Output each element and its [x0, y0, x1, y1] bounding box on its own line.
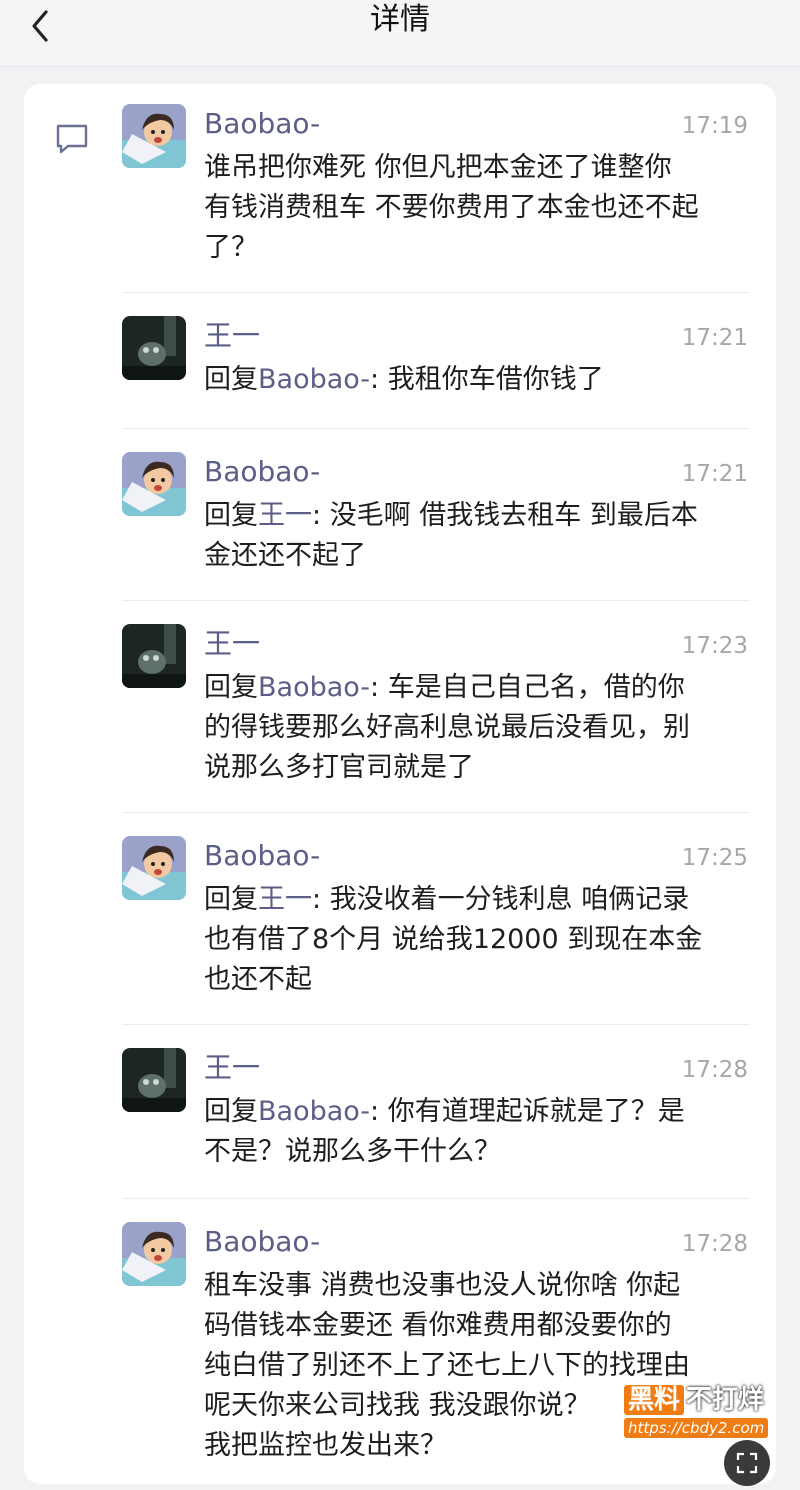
- reply-target[interactable]: Baobao-: [258, 364, 370, 395]
- avatar[interactable]: [122, 316, 186, 380]
- reply-target[interactable]: Baobao-: [258, 1096, 370, 1127]
- expand-icon: [736, 1452, 758, 1474]
- reply-separator: :: [370, 1096, 388, 1127]
- reply-separator: :: [370, 672, 388, 703]
- sender-name[interactable]: 王一: [204, 316, 260, 356]
- watermark-url: https://cbdy2.com: [624, 1418, 769, 1438]
- message-divider: [122, 1198, 750, 1199]
- wangyi-avatar-image: [122, 624, 186, 688]
- reply-target[interactable]: Baobao-: [258, 672, 370, 703]
- message-time: 17:21: [681, 461, 748, 487]
- message-divider: [122, 1024, 750, 1025]
- top-bar: 详情: [0, 0, 800, 67]
- avatar[interactable]: [122, 452, 186, 516]
- message-divider: [122, 812, 750, 813]
- baobao-avatar-image: [122, 104, 186, 168]
- message-body: 回复王一: 我没收着一分钱利息 咱俩记录 也有借了8个月 说给我12000 到现…: [204, 880, 750, 1000]
- message-text: 租车没事 消费也没事也没人说你啥 你起 码借钱本金要还 看你难费用都没要你的 纯…: [204, 1270, 690, 1461]
- baobao-avatar-image: [122, 836, 186, 900]
- reply-prefix: 回复: [204, 1096, 258, 1127]
- sender-name[interactable]: Baobao-: [204, 452, 320, 492]
- sender-name[interactable]: Baobao-: [204, 1222, 320, 1262]
- reply-separator: :: [370, 364, 388, 395]
- sender-name[interactable]: Baobao-: [204, 836, 320, 876]
- reply-prefix: 回复: [204, 884, 258, 915]
- sender-name[interactable]: 王一: [204, 624, 260, 664]
- expand-button[interactable]: [724, 1440, 770, 1486]
- avatar[interactable]: [122, 836, 186, 900]
- reply-target[interactable]: 王一: [258, 500, 312, 531]
- sender-name[interactable]: 王一: [204, 1048, 260, 1088]
- wangyi-avatar-image: [122, 316, 186, 380]
- baobao-avatar-image: [122, 1222, 186, 1286]
- message-time: 17:28: [681, 1231, 748, 1257]
- message-body: 回复Baobao-: 我租你车借你钱了: [204, 360, 750, 400]
- avatar[interactable]: [122, 104, 186, 168]
- watermark-brand-a: 黑料: [624, 1385, 685, 1415]
- message-body: 谁吊把你难死 你但凡把本金还了谁整你 有钱消费租车 不要你费用了本金也还不起 了…: [204, 148, 750, 268]
- message-time: 17:23: [681, 633, 748, 659]
- reply-separator: :: [312, 884, 330, 915]
- message-divider: [122, 428, 750, 429]
- reply-prefix: 回复: [204, 672, 258, 703]
- reply-prefix: 回复: [204, 500, 258, 531]
- message-text: 我租你车借你钱了: [387, 364, 604, 395]
- comment-icon: [56, 124, 88, 154]
- avatar[interactable]: [122, 1048, 186, 1112]
- message-time: 17:19: [681, 113, 748, 139]
- watermark-brand-b: 不打烊: [686, 1385, 765, 1415]
- avatar[interactable]: [122, 1222, 186, 1286]
- message-body: 回复Baobao-: 你有道理起诉就是了？是 不是？说那么多干什么？: [204, 1092, 750, 1172]
- message-text: 谁吊把你难死 你但凡把本金还了谁整你 有钱消费租车 不要你费用了本金也还不起 了…: [204, 152, 699, 263]
- reply-separator: :: [312, 500, 330, 531]
- avatar[interactable]: [122, 624, 186, 688]
- message-time: 17:21: [681, 325, 748, 351]
- message-divider: [122, 600, 750, 601]
- sender-name[interactable]: Baobao-: [204, 104, 320, 144]
- baobao-avatar-image: [122, 452, 186, 516]
- message-time: 17:28: [681, 1057, 748, 1083]
- message-body: 回复Baobao-: 车是自己自己名，借的你 的得钱要那么好高利息说最后没看见，…: [204, 668, 750, 788]
- watermark: 黑料 不打烊 https://cbdy2.com: [624, 1384, 780, 1444]
- reply-prefix: 回复: [204, 364, 258, 395]
- message-time: 17:25: [681, 845, 748, 871]
- message-body: 回复王一: 没毛啊 借我钱去租车 到最后本 金还还不起了: [204, 496, 750, 576]
- message-divider: [122, 292, 750, 293]
- page-title: 详情: [370, 2, 430, 37]
- reply-target[interactable]: 王一: [258, 884, 312, 915]
- wangyi-avatar-image: [122, 1048, 186, 1112]
